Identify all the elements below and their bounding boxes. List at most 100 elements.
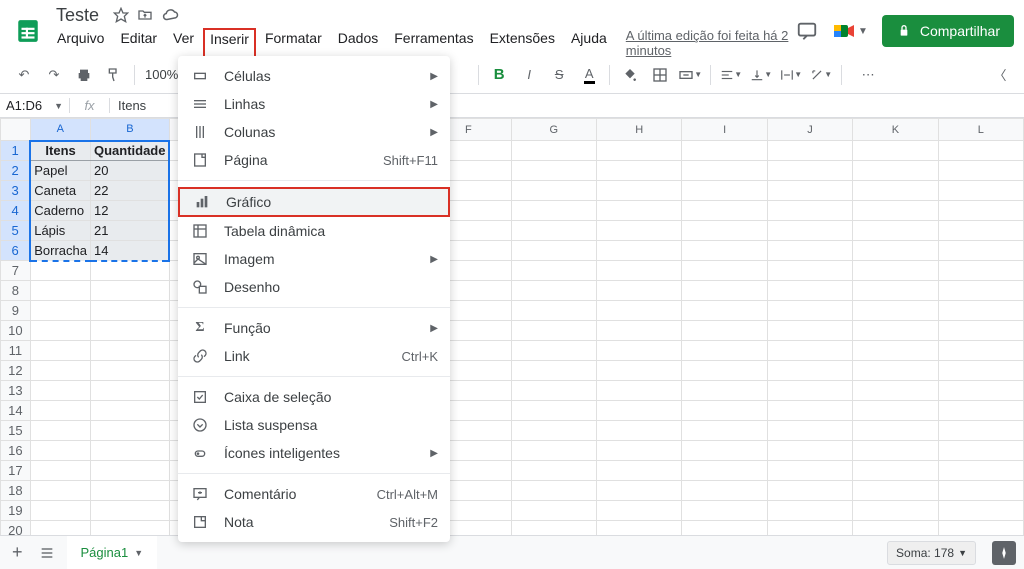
menu-item-link[interactable]: Link Ctrl+K xyxy=(178,342,450,370)
cell[interactable] xyxy=(511,261,596,281)
cell[interactable] xyxy=(597,401,682,421)
menu-ver[interactable]: Ver xyxy=(166,28,201,58)
menu-item-comment[interactable]: Comentário Ctrl+Alt+M xyxy=(178,480,450,508)
menu-item-smart[interactable]: Ícones inteligentes ▶ xyxy=(178,439,450,467)
cell[interactable] xyxy=(853,341,938,361)
cell[interactable] xyxy=(853,441,938,461)
menu-item-rows[interactable]: Linhas ▶ xyxy=(178,90,450,118)
cell[interactable] xyxy=(682,141,767,161)
cell[interactable]: Itens xyxy=(30,141,90,161)
cell[interactable] xyxy=(682,481,767,501)
cell[interactable] xyxy=(682,401,767,421)
cell[interactable] xyxy=(767,181,852,201)
cell[interactable] xyxy=(938,141,1023,161)
cell[interactable] xyxy=(767,441,852,461)
cell[interactable] xyxy=(853,321,938,341)
cell[interactable] xyxy=(90,501,169,521)
cell[interactable] xyxy=(597,341,682,361)
menu-item-chart[interactable]: Gráfico xyxy=(178,187,450,217)
cell[interactable] xyxy=(853,401,938,421)
cell[interactable] xyxy=(597,441,682,461)
row-header[interactable]: 13 xyxy=(1,381,31,401)
cell[interactable] xyxy=(511,201,596,221)
bold-icon[interactable]: B xyxy=(485,61,513,89)
cell[interactable] xyxy=(682,221,767,241)
cell[interactable] xyxy=(597,181,682,201)
strikethrough-icon[interactable]: S xyxy=(545,61,573,89)
cell[interactable] xyxy=(682,381,767,401)
row-header[interactable]: 7 xyxy=(1,261,31,281)
cell[interactable] xyxy=(853,261,938,281)
cell[interactable] xyxy=(30,341,90,361)
row-header[interactable]: 14 xyxy=(1,401,31,421)
sheets-logo[interactable] xyxy=(10,13,46,49)
cell[interactable] xyxy=(938,261,1023,281)
cell[interactable] xyxy=(90,441,169,461)
cell[interactable] xyxy=(30,381,90,401)
cell[interactable] xyxy=(597,421,682,441)
status-summary[interactable]: Soma: 178▼ xyxy=(887,541,976,565)
column-header[interactable]: G xyxy=(511,119,596,141)
cell[interactable] xyxy=(511,281,596,301)
cell[interactable] xyxy=(938,501,1023,521)
cell[interactable] xyxy=(938,361,1023,381)
cell[interactable] xyxy=(597,281,682,301)
row-header[interactable]: 16 xyxy=(1,441,31,461)
row-header[interactable]: 11 xyxy=(1,341,31,361)
cell[interactable] xyxy=(682,201,767,221)
cell[interactable]: Caderno xyxy=(30,201,90,221)
cell[interactable] xyxy=(682,241,767,261)
cell[interactable] xyxy=(511,381,596,401)
cell[interactable]: Lápis xyxy=(30,221,90,241)
menu-inserir[interactable]: Inserir xyxy=(203,28,256,58)
cell[interactable] xyxy=(511,501,596,521)
row-header[interactable]: 1 xyxy=(1,141,31,161)
cell[interactable] xyxy=(938,301,1023,321)
cell[interactable] xyxy=(938,241,1023,261)
column-header[interactable]: L xyxy=(938,119,1023,141)
share-button[interactable]: Compartilhar xyxy=(882,15,1014,47)
row-header[interactable]: 5 xyxy=(1,221,31,241)
cell[interactable] xyxy=(853,161,938,181)
row-header[interactable]: 9 xyxy=(1,301,31,321)
cell[interactable] xyxy=(597,261,682,281)
menu-editar[interactable]: Editar xyxy=(113,28,164,58)
cell[interactable] xyxy=(767,161,852,181)
cell[interactable]: 22 xyxy=(90,181,169,201)
column-header[interactable]: H xyxy=(597,119,682,141)
borders-icon[interactable] xyxy=(646,61,674,89)
move-icon[interactable] xyxy=(137,7,153,23)
grid-area[interactable]: ABCDEFGHIJKL1ItensQuantidade2Papel203Can… xyxy=(0,118,1024,543)
cell[interactable] xyxy=(938,481,1023,501)
cell[interactable] xyxy=(511,321,596,341)
cell[interactable] xyxy=(853,501,938,521)
cell[interactable] xyxy=(90,381,169,401)
text-color-icon[interactable]: A xyxy=(575,61,603,89)
cell[interactable] xyxy=(767,141,852,161)
cell[interactable] xyxy=(682,441,767,461)
cell[interactable] xyxy=(30,481,90,501)
valign-icon[interactable]: ▼ xyxy=(747,61,775,89)
cell[interactable] xyxy=(853,461,938,481)
cloud-icon[interactable] xyxy=(161,6,179,24)
cell[interactable] xyxy=(853,361,938,381)
cell[interactable] xyxy=(767,481,852,501)
menu-item-pivot[interactable]: Tabela dinâmica xyxy=(178,217,450,245)
cell[interactable] xyxy=(511,421,596,441)
cell[interactable]: Borracha xyxy=(30,241,90,261)
cell[interactable] xyxy=(511,341,596,361)
cell[interactable] xyxy=(597,241,682,261)
cell[interactable] xyxy=(30,401,90,421)
more-icon[interactable]: ⋯ xyxy=(854,61,882,89)
cell[interactable] xyxy=(767,461,852,481)
cell[interactable] xyxy=(938,201,1023,221)
menu-item-image[interactable]: Imagem ▶ xyxy=(178,245,450,273)
cell[interactable] xyxy=(30,421,90,441)
sheet-tab[interactable]: Página1▼ xyxy=(67,536,158,569)
doc-title[interactable]: Teste xyxy=(50,3,105,28)
cell[interactable] xyxy=(597,501,682,521)
cell[interactable]: 20 xyxy=(90,161,169,181)
cell[interactable] xyxy=(682,181,767,201)
cell[interactable] xyxy=(511,241,596,261)
cell[interactable] xyxy=(511,181,596,201)
